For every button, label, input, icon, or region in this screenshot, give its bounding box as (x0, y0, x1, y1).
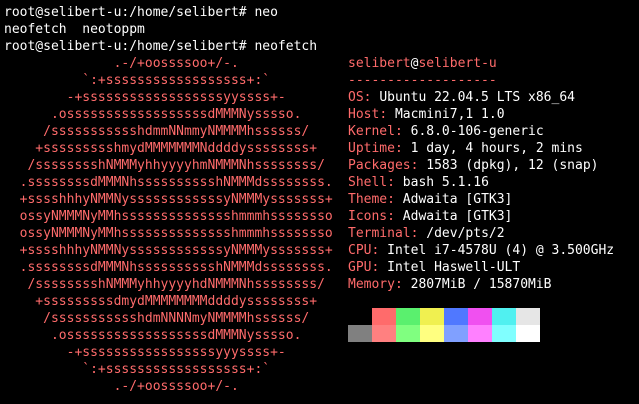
logo-line: /ssssssssssshdmmNNmmyNMMMMhssssss/ (4, 124, 310, 139)
info-key: Packages (348, 158, 411, 173)
terminal-window[interactable]: root@selibert-u:/home/selibert# neo neof… (0, 0, 639, 404)
color-palette (348, 308, 540, 342)
info-colon: : (394, 141, 411, 156)
palette-swatch (348, 325, 372, 342)
info-row-icons: Icons: Adwaita [GTK3] (348, 208, 614, 225)
logo-line: .ssssssssdMMMNhsssssssssshNMMMdssssssss. (4, 260, 333, 275)
info-value: Adwaita [GTK3] (402, 192, 513, 207)
info-value: bash 5.1.16 (402, 175, 489, 190)
info-row-os: OS: Ubuntu 22.04.5 LTS x86_64 (348, 89, 614, 106)
info-key: Theme (348, 192, 388, 207)
info-colon: : (387, 175, 403, 190)
info-key: Icons (348, 209, 388, 224)
logo-line: .ossssssssssssssssssdMMMNysssso. (4, 107, 302, 122)
palette-swatch (444, 325, 468, 342)
logo-line: +sssshhhyNMMNyssssssssssssyNMMMysssssss+ (4, 243, 333, 258)
info-colon: : (379, 107, 395, 122)
logo-line: .ossssssssssssssssssdMMMNysssso. (4, 328, 302, 343)
info-colon: : (394, 277, 411, 292)
host-name: selibert-u (418, 56, 497, 71)
logo-line: ossyNMMMNyMMhsssssssssssssshmmmhssssssso (4, 209, 333, 224)
info-colon: : (387, 209, 403, 224)
info-value: 1583 (dpkg), 12 (snap) (426, 158, 599, 173)
info-key: Shell (348, 175, 388, 190)
info-colon: : (410, 226, 427, 241)
info-key: Kernel (348, 124, 395, 139)
info-key: Uptime (348, 141, 395, 156)
palette-swatch (396, 308, 420, 325)
info-row-host: Host: Macmini7,1 1.0 (348, 106, 614, 123)
palette-row-normal (348, 308, 540, 325)
palette-swatch (468, 308, 492, 325)
info-row-shell: Shell: bash 5.1.16 (348, 174, 614, 191)
logo-line: +sssssssssdmydMMMMMMMMddddyssssssss+ (4, 294, 318, 309)
info-row-packages: Packages: 1583 (dpkg), 12 (snap) (348, 157, 614, 174)
info-row-memory: Memory: 2807MiB / 15870MiB (348, 276, 614, 293)
info-value: Intel i7-4578U (4) @ 3.500GHz (387, 243, 615, 258)
info-row-terminal: Terminal: /dev/pts/2 (348, 225, 614, 242)
palette-swatch (372, 325, 396, 342)
info-value: 2807MiB / 15870MiB (410, 277, 552, 292)
info-row-cpu: CPU: Intel i7-4578U (4) @ 3.500GHz (348, 242, 614, 259)
user-host-title: selibert@selibert-u (348, 55, 614, 72)
logo-line: .-/+oossssoo+/-. (4, 379, 239, 394)
logo-line: -+ssssssssssssssssssyyssss+- (4, 90, 286, 105)
info-value: Adwaita [GTK3] (402, 209, 513, 224)
logo-line: -+sssssssssssssssssyyyssss+- (4, 345, 286, 360)
palette-swatch (396, 325, 420, 342)
info-row-uptime: Uptime: 1 day, 4 hours, 2 mins (348, 140, 614, 157)
palette-swatch (348, 308, 372, 325)
info-value: /dev/pts/2 (426, 226, 505, 241)
info-row-gpu: GPU: Intel Haswell-ULT (348, 259, 614, 276)
logo-line: +sssshhhyNMMNyssssssssssssyNMMMysssssss+ (4, 192, 333, 207)
logo-line: `:+ssssssssssssssssss+:` (4, 362, 271, 377)
logo-line: `:+ssssssssssssssssss+:` (4, 73, 271, 88)
title-separator: ------------------- (348, 73, 497, 88)
logo-line: /ssssssssssshdmNNNNmyNMMMMhssssss/ (4, 311, 310, 326)
info-value: 6.8.0-106-generic (410, 124, 544, 139)
palette-swatch (516, 325, 540, 342)
logo-line: .-/+oossssoo+/-. (4, 56, 239, 71)
terminal-line-3: root@selibert-u:/home/selibert# neofetch (4, 39, 318, 54)
terminal-line-2: neofetch neotoppm (4, 22, 145, 37)
logo-line: /sssssssshNMMMyhhyyyyhmNMMMNhssssssss/ (4, 158, 325, 173)
palette-swatch (420, 325, 444, 342)
info-value: Macmini7,1 1.0 (394, 107, 505, 122)
palette-swatch (492, 325, 516, 342)
info-key: GPU (348, 260, 372, 275)
info-row-theme: Theme: Adwaita [GTK3] (348, 191, 614, 208)
info-key: Terminal (348, 226, 411, 241)
info-key: Memory (348, 277, 395, 292)
info-colon: : (371, 260, 388, 275)
info-key: CPU (348, 243, 372, 258)
info-key: Host (348, 107, 380, 122)
ubuntu-ascii-logo: .-/+oossssoo+/-. `:+ssssssssssssssssss+:… (4, 55, 333, 395)
logo-line: .ssssssssdMMMNhsssssssssshNMMMdssssssss. (4, 175, 333, 190)
info-colon: : (410, 158, 427, 173)
palette-swatch (468, 325, 492, 342)
palette-swatch (516, 308, 540, 325)
info-colon: : (363, 90, 380, 105)
info-value: Intel Haswell-ULT (387, 260, 521, 275)
terminal-line-1: root@selibert-u:/home/selibert# neo (4, 5, 278, 20)
palette-swatch (372, 308, 396, 325)
info-colon: : (394, 124, 411, 139)
logo-line: /sssssssshNMMMyhhyyyyhdNMMMNhssssssss/ (4, 277, 325, 292)
logo-line: +ssssssssshmydMMMMMMMNddddyssssssss+ (4, 141, 318, 156)
info-row-kernel: Kernel: 6.8.0-106-generic (348, 123, 614, 140)
info-value: Ubuntu 22.04.5 LTS x86_64 (379, 90, 575, 105)
system-info: selibert@selibert-u ------------------- … (348, 55, 614, 293)
logo-line: ossyNMMMNyMMhsssssssssssssshmmmhssssssso (4, 226, 333, 241)
palette-swatch (444, 308, 468, 325)
palette-swatch (492, 308, 516, 325)
user-name: selibert (348, 56, 411, 71)
info-key: OS (348, 90, 364, 105)
info-colon: : (387, 192, 403, 207)
palette-row-bright (348, 325, 540, 342)
palette-swatch (420, 308, 444, 325)
info-value: 1 day, 4 hours, 2 mins (410, 141, 583, 156)
info-colon: : (371, 243, 388, 258)
